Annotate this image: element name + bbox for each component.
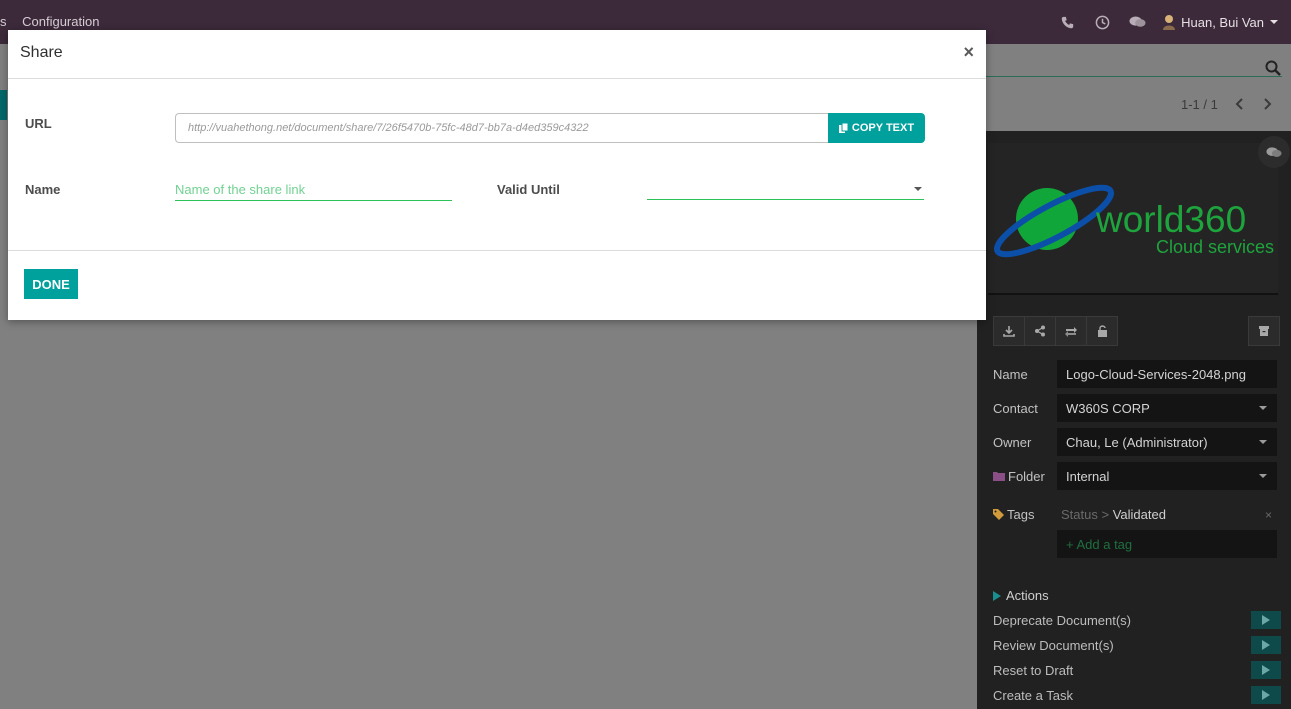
play-icon [1262, 690, 1270, 700]
inspector-toolbar [993, 316, 1118, 346]
play-icon [1262, 665, 1270, 675]
action-item: Reset to Draft [993, 660, 1283, 680]
share-url-field[interactable]: http://vuahethong.net/document/share/7/2… [175, 113, 829, 143]
url-label: URL [25, 116, 52, 131]
owner-value: Chau, Le (Administrator) [1066, 434, 1208, 450]
chevron-down-icon [1259, 406, 1267, 410]
download-icon[interactable] [993, 316, 1025, 346]
field-folder-label: Folder [1008, 468, 1045, 484]
action-item: Deprecate Document(s) [993, 610, 1283, 630]
user-name: Huan, Bui Van [1181, 14, 1264, 30]
replace-icon[interactable] [1055, 316, 1087, 346]
menu-item-configuration[interactable]: Configuration [22, 14, 99, 29]
field-owner: Owner Chau, Le (Administrator) [993, 428, 1277, 456]
pager-value: 1-1 / 1 [1181, 97, 1218, 112]
play-action-button[interactable] [1251, 686, 1281, 704]
contact-value: W360S CORP [1066, 400, 1150, 416]
chat-icon[interactable] [1127, 12, 1147, 32]
logo-main-text: world360 [1095, 199, 1246, 240]
folder-icon [993, 472, 1005, 481]
document-inspector: world360 Cloud services Name Logo-Cloud-… [977, 131, 1291, 709]
field-contact-label: Contact [993, 400, 1038, 416]
dialog-title: Share [20, 44, 63, 61]
tag-chip[interactable]: Status > Validated [1061, 507, 1166, 522]
action-item: Create a Task [993, 685, 1283, 705]
play-action-button[interactable] [1251, 636, 1281, 654]
share-icon[interactable] [1024, 316, 1056, 346]
action-label: Reset to Draft [993, 662, 1074, 678]
actions-title: Actions [1006, 588, 1049, 603]
play-icon [1262, 615, 1270, 625]
share-name-label: Name [25, 182, 61, 197]
valid-until-select[interactable] [647, 178, 924, 200]
archive-icon[interactable] [1248, 316, 1280, 346]
dialog-header: Share × [8, 30, 986, 79]
menu-item-partial[interactable]: s [0, 14, 7, 29]
play-icon [1262, 640, 1270, 650]
background-button-edge [0, 90, 7, 120]
valid-until-label: Valid Until [497, 182, 560, 197]
folder-select[interactable]: Internal [1057, 462, 1277, 490]
systray: Huan, Bui Van [1057, 12, 1291, 32]
share-name-input[interactable] [175, 178, 452, 201]
chevron-down-icon [1270, 20, 1278, 24]
field-folder-label-wrap: Folder [993, 469, 1057, 484]
folder-value: Internal [1066, 468, 1110, 484]
unlock-icon[interactable] [1086, 316, 1118, 346]
add-tag-input[interactable]: + Add a tag [1057, 530, 1277, 558]
field-name: Name Logo-Cloud-Services-2048.png [993, 360, 1277, 388]
copy-icon [838, 122, 849, 133]
play-action-button[interactable] [1251, 661, 1281, 679]
tag-remove-icon[interactable]: × [1265, 508, 1272, 522]
chevron-right-icon[interactable] [1260, 96, 1274, 112]
clock-icon[interactable] [1092, 12, 1112, 32]
field-folder: Folder Internal [993, 462, 1277, 490]
user-menu[interactable]: Huan, Bui Van [1162, 14, 1278, 30]
search-underline [986, 76, 1282, 77]
chevron-down-icon [914, 187, 922, 191]
phone-icon[interactable] [1057, 12, 1077, 32]
action-label: Deprecate Document(s) [993, 612, 1131, 628]
contact-select[interactable]: W360S CORP [1057, 394, 1277, 422]
close-icon[interactable]: × [963, 42, 974, 63]
action-item: Review Document(s) [993, 635, 1283, 655]
field-owner-label: Owner [993, 434, 1032, 450]
actions-header[interactable]: Actions [993, 588, 1049, 603]
field-tags-label-wrap: Tags [993, 507, 1057, 522]
control-panel-right [977, 44, 1291, 131]
document-preview[interactable]: world360 Cloud services [988, 143, 1278, 295]
chevron-down-icon [1259, 440, 1267, 444]
avatar-icon [1163, 15, 1176, 30]
chevron-down-icon [1259, 474, 1267, 478]
tag-category: Status [1061, 507, 1098, 522]
world360-logo: world360 Cloud services [993, 184, 1274, 258]
play-action-button[interactable] [1251, 611, 1281, 629]
top-menu: s Configuration [0, 14, 99, 29]
owner-select[interactable]: Chau, Le (Administrator) [1057, 428, 1277, 456]
field-name-label: Name [993, 366, 1028, 382]
share-dialog: Share × URL http://vuahethong.net/docume… [8, 30, 986, 320]
copy-button-label: COPY TEXT [851, 122, 915, 134]
tag-separator: > [1101, 507, 1110, 522]
chevron-left-icon[interactable] [1233, 96, 1247, 112]
done-button[interactable]: DONE [24, 269, 78, 299]
tag-value: Validated [1112, 507, 1166, 522]
chatter-bubble-icon[interactable] [1258, 136, 1290, 168]
caret-right-icon [993, 590, 1001, 601]
field-tags-label: Tags [1007, 506, 1035, 522]
search-icon[interactable] [1265, 60, 1281, 76]
dialog-footer: DONE [8, 250, 986, 321]
field-tags: Tags [993, 500, 1057, 528]
action-label: Create a Task [993, 687, 1073, 703]
copy-text-button[interactable]: COPY TEXT [828, 113, 925, 143]
tag-icon [993, 508, 1004, 520]
logo-sub-text: Cloud services [1156, 237, 1274, 257]
field-contact: Contact W360S CORP [993, 394, 1277, 422]
action-label: Review Document(s) [993, 637, 1114, 653]
document-name-input[interactable]: Logo-Cloud-Services-2048.png [1057, 360, 1277, 388]
